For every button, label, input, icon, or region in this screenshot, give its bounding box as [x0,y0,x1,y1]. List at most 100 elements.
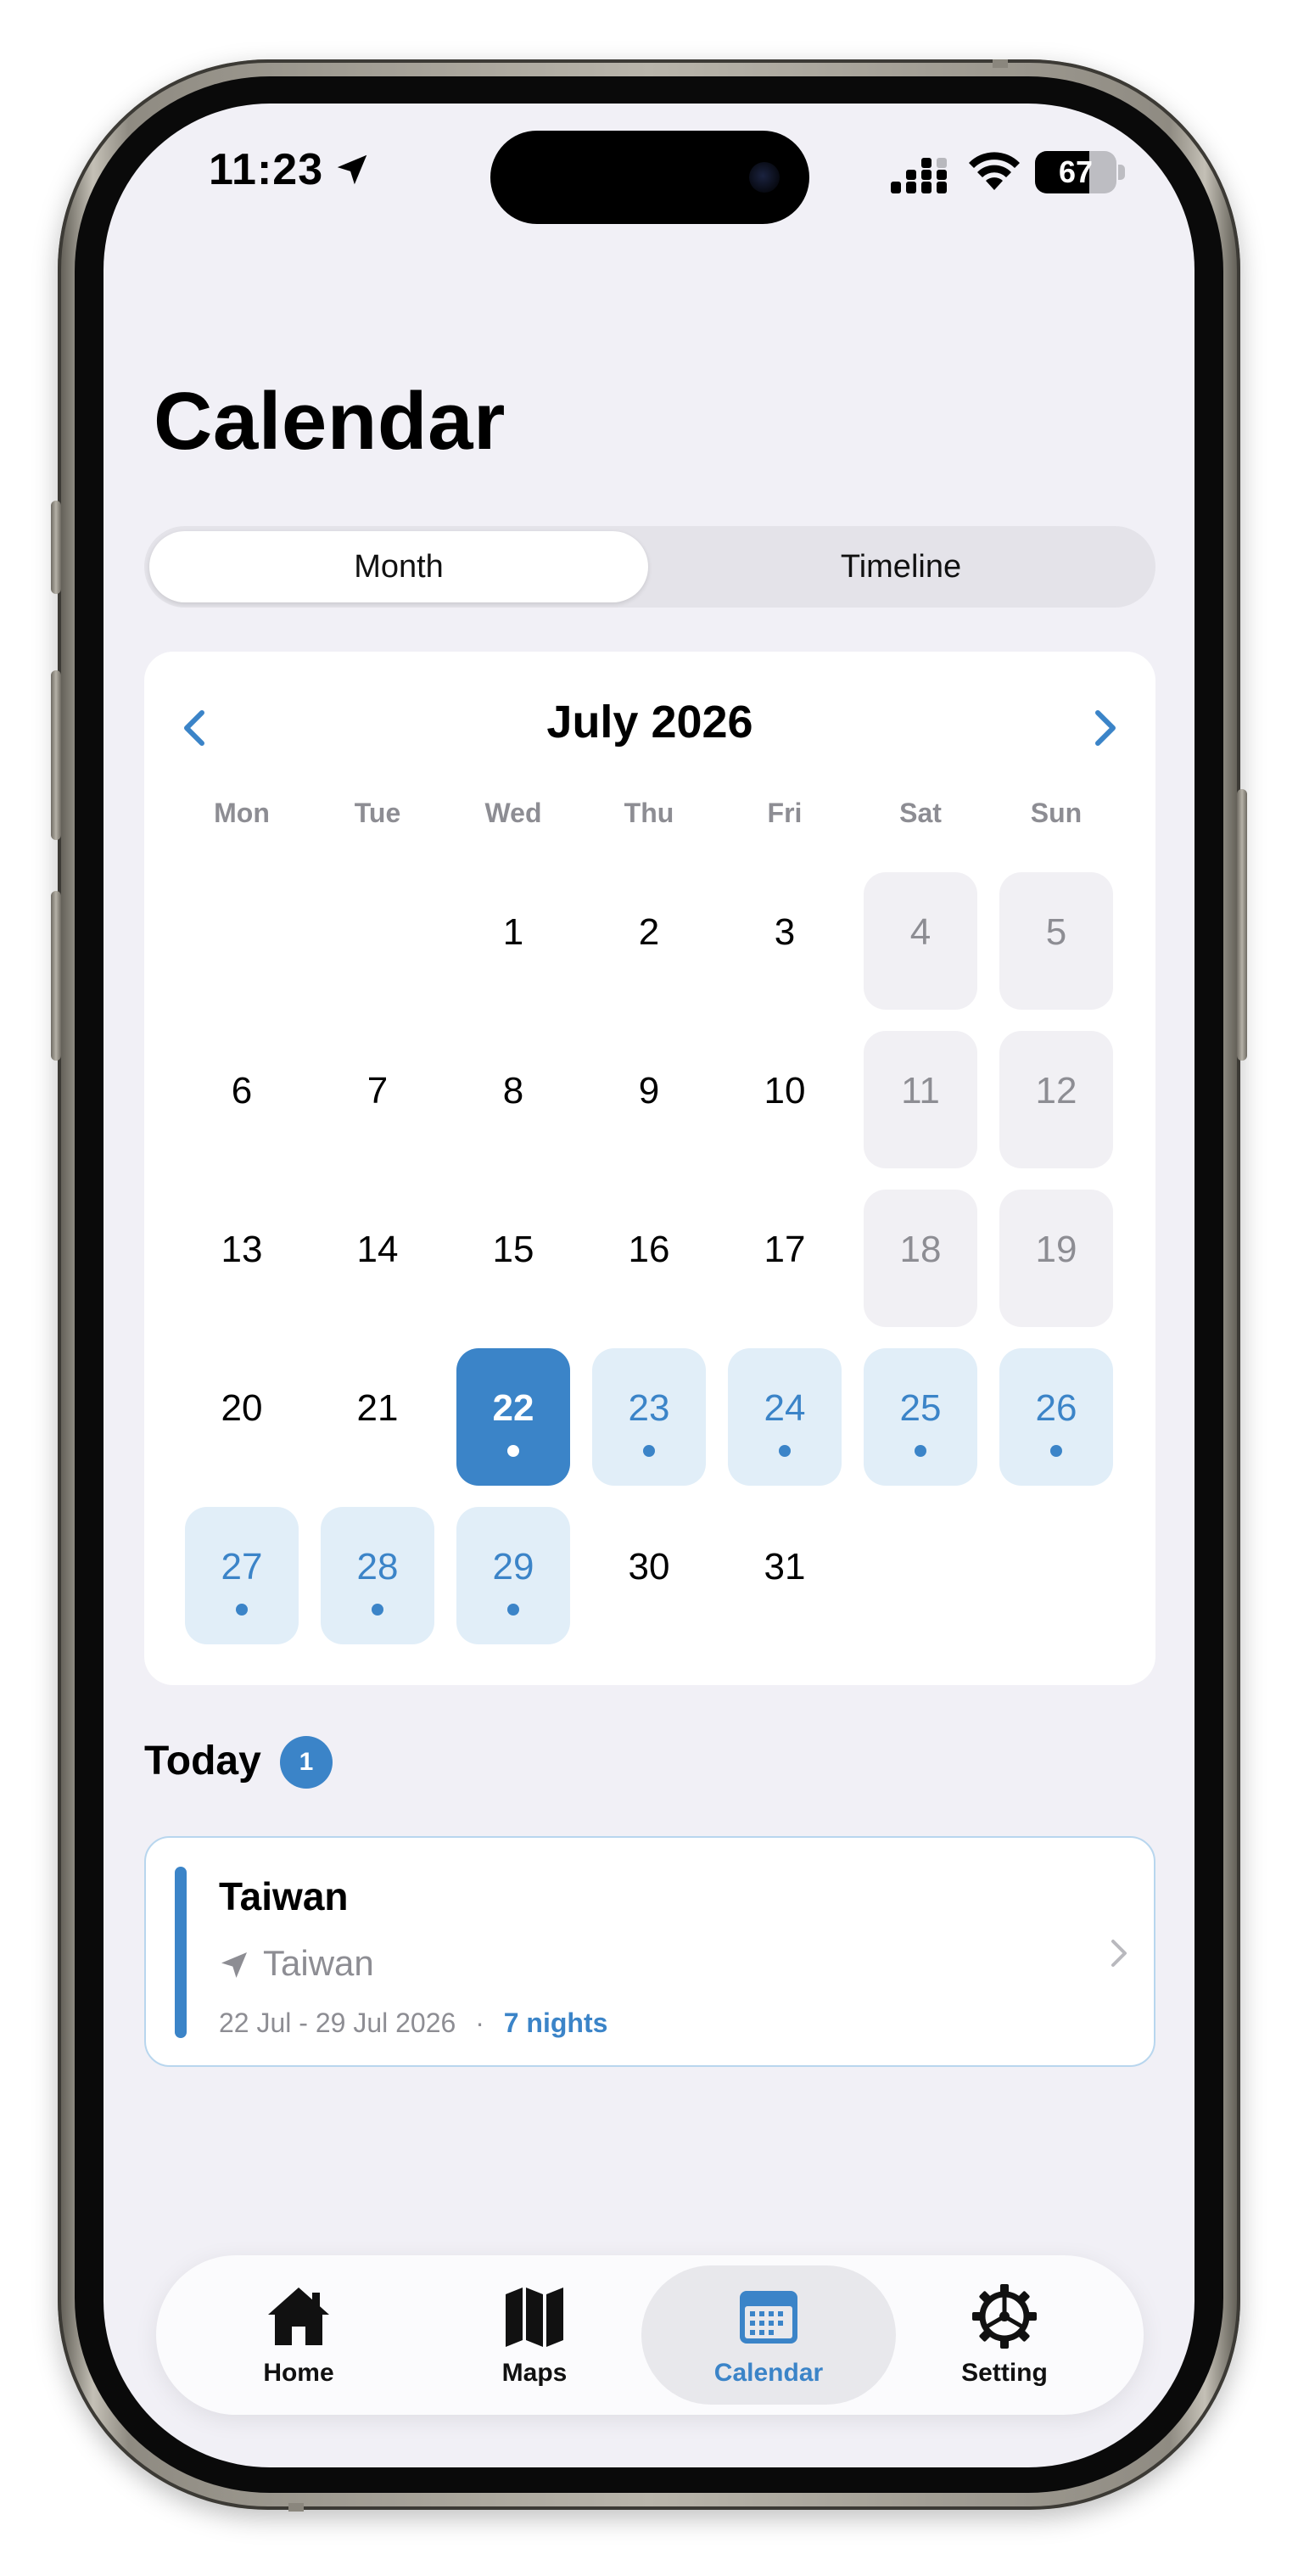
home-icon [268,2288,329,2345]
day-cell[interactable]: 14 [321,1190,434,1327]
power-button [1237,789,1247,1061]
status-time: 11:23 [209,145,324,194]
next-month-button[interactable] [1071,694,1139,762]
tab-maps-label: Maps [501,2359,568,2387]
day-number: 16 [628,1229,670,1270]
day-cell[interactable]: 11 [864,1031,977,1168]
weekday-label-fri: Fri [767,798,803,828]
action-button [51,501,61,594]
day-cell[interactable]: 27 [185,1507,299,1644]
day-cell[interactable]: 1 [456,872,570,1010]
day-cell[interactable]: 7 [321,1031,434,1168]
day-cell[interactable]: 3 [728,872,842,1010]
antenna-line [288,2503,304,2512]
event-dot [1050,1445,1062,1457]
front-camera [749,162,780,193]
event-dot [507,1604,519,1616]
day-cell[interactable]: 19 [999,1190,1113,1327]
day-cell[interactable]: 9 [592,1031,706,1168]
day-cell[interactable]: 4 [864,872,977,1010]
page-title: Calendar [154,376,506,467]
dynamic-island [490,131,809,224]
day-cell[interactable]: 13 [185,1190,299,1327]
day-cell[interactable]: 23 [592,1348,706,1486]
day-number: 25 [899,1387,942,1429]
day-number: 24 [764,1387,806,1429]
calendar-card: July 2026 Mon Tue Wed Thu Fri Sat Sun 12345678… [144,652,1155,1685]
day-number: 7 [366,1070,389,1112]
day-number: 17 [764,1229,806,1270]
phone-screen: 11:23 6 7 Calendar Month Timeline July 20… [104,104,1194,2467]
day-number: 12 [1035,1070,1077,1112]
tab-calendar-label: Calendar [713,2359,824,2387]
day-number: 5 [1045,911,1067,953]
tab-setting[interactable]: Setting [877,2265,1132,2405]
day-cell[interactable]: 2 [592,872,706,1010]
tab-calendar[interactable]: Calendar [641,2265,896,2405]
day-cell[interactable]: 12 [999,1031,1113,1168]
day-cell[interactable]: 30 [592,1507,706,1644]
event-dot [643,1445,655,1457]
day-number: 18 [899,1229,942,1270]
trip-separator: · [475,2008,484,2038]
segment-month[interactable]: Month [149,531,648,602]
day-number: 6 [231,1070,253,1112]
day-number: 1 [502,911,524,953]
tab-bar: Home Maps Calendar Setting [156,2255,1144,2415]
day-cell[interactable]: 18 [864,1190,977,1327]
event-dot [507,1445,519,1457]
weekday-label-tue: Tue [354,798,401,828]
day-cell[interactable]: 5 [999,872,1113,1010]
calendar-icon [740,2291,797,2344]
day-number: 8 [502,1070,524,1112]
day-number: 31 [764,1546,806,1588]
trip-location: Taiwan [263,1943,374,1983]
trip-accent-bar [175,1867,187,2038]
day-number: 21 [356,1387,399,1429]
day-cell[interactable]: 24 [728,1348,842,1486]
day-number: 3 [774,911,796,953]
volume-up-button [51,670,61,840]
day-cell[interactable]: 21 [321,1348,434,1486]
segment-timeline[interactable]: Timeline [652,531,1150,602]
tab-home[interactable]: Home [171,2265,426,2405]
gear-icon [972,2284,1037,2349]
day-cell[interactable]: 16 [592,1190,706,1327]
day-number: 13 [221,1229,263,1270]
day-number: 14 [356,1229,399,1270]
day-cell[interactable]: 22 [456,1348,570,1486]
today-count-badge: 1 [280,1736,333,1789]
day-cell[interactable]: 29 [456,1507,570,1644]
day-cell[interactable]: 8 [456,1031,570,1168]
day-cell[interactable]: 28 [321,1507,434,1644]
day-cell[interactable]: 26 [999,1348,1113,1486]
day-number: 27 [221,1546,263,1588]
day-number: 26 [1035,1387,1077,1429]
day-cell[interactable]: 25 [864,1348,977,1486]
day-number: 20 [221,1387,263,1429]
day-cell[interactable]: 10 [728,1031,842,1168]
trip-card[interactable]: Taiwan Taiwan 22 Jul - 29 Jul 2026 · 7 n… [144,1836,1155,2067]
weekday-label-sat: Sat [899,798,942,828]
day-number: 11 [901,1070,940,1112]
weekday-label-mon: Mon [214,798,270,828]
day-number: 10 [764,1070,806,1112]
day-cell[interactable]: 20 [185,1348,299,1486]
day-number: 2 [638,911,660,953]
location-arrow-icon [337,154,367,185]
weekday-label-thu: Thu [624,798,674,828]
antenna-line [993,59,1008,68]
day-cell[interactable]: 6 [185,1031,299,1168]
day-number: 29 [492,1546,534,1588]
chevron-right-icon [1111,1940,1127,1967]
day-number: 4 [909,911,932,953]
location-arrow-icon [221,1952,247,1978]
tab-maps[interactable]: Maps [407,2265,662,2405]
day-cell[interactable]: 15 [456,1190,570,1327]
day-number: 22 [492,1387,534,1429]
day-cell[interactable]: 17 [728,1190,842,1327]
tab-setting-label: Setting [961,2359,1048,2387]
month-title: July 2026 [546,697,753,748]
trip-title: Taiwan [219,1874,349,1918]
day-cell[interactable]: 31 [728,1507,842,1644]
